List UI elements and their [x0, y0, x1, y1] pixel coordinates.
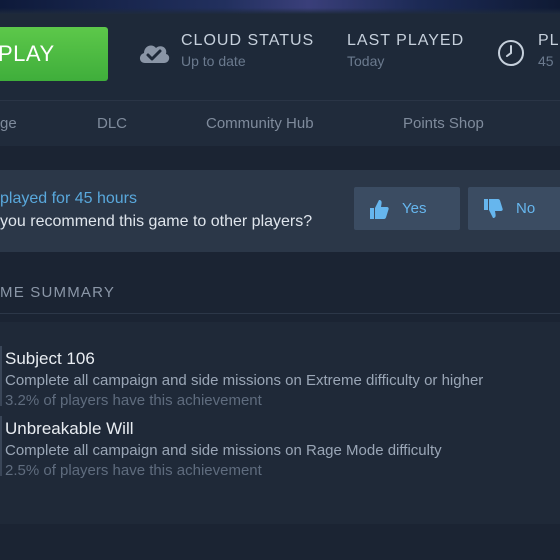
nav-item-dlc[interactable]: DLC	[97, 115, 127, 132]
nav-item-store-page[interactable]: ge	[0, 115, 17, 132]
last-played-label: LAST PLAYED	[347, 32, 465, 49]
cloud-status-label: CLOUD STATUS	[181, 32, 315, 49]
last-played-value: Today	[347, 53, 385, 69]
recommend-no-button[interactable]: No	[468, 187, 560, 230]
achievement-item[interactable]: Unbreakable Will Complete all campaign a…	[5, 419, 442, 479]
section-divider	[0, 313, 560, 314]
play-time-value: 45	[538, 53, 554, 69]
achievement-title: Subject 106	[5, 349, 95, 368]
last-played: LAST PLAYED Today	[347, 32, 464, 69]
achievement-rarity: 2.5% of players have this achievement	[5, 462, 262, 479]
review-played-text: played for 45 hours	[0, 190, 137, 207]
game-header-bar: PLAY CLOUD STATUS Up to date LAST PLAYED…	[0, 14, 560, 100]
achievement-item[interactable]: Subject 106 Complete all campaign and si…	[5, 349, 483, 409]
cloud-check-icon	[139, 45, 170, 63]
achievements-panel: Subject 106 Complete all campaign and si…	[0, 322, 560, 524]
clock-icon	[498, 40, 524, 66]
achievement-icon-edge	[0, 346, 2, 406]
play-time: PL 45	[538, 32, 560, 69]
achievement-title: Unbreakable Will	[5, 419, 134, 438]
achievement-description: Complete all campaign and side missions …	[5, 372, 484, 389]
recommend-no-label: No	[516, 200, 536, 217]
achievements-section-title: ME SUMMARY	[0, 284, 116, 301]
cloud-status: CLOUD STATUS Up to date	[181, 32, 314, 69]
achievement-icon-edge	[0, 416, 2, 476]
achievement-description: Complete all campaign and side missions …	[5, 442, 442, 459]
review-prompt: played for 45 hours you recommend this g…	[0, 170, 560, 252]
recommend-yes-button[interactable]: Yes	[354, 187, 460, 230]
game-nav-bar: ge DLC Community Hub Points Shop	[0, 100, 560, 146]
nav-item-points-shop[interactable]: Points Shop	[403, 115, 484, 132]
play-button[interactable]: PLAY	[0, 27, 108, 81]
recommend-yes-label: Yes	[402, 200, 427, 217]
play-time-label: PL	[538, 32, 560, 49]
hero-banner	[0, 0, 560, 14]
footer-strip	[0, 524, 560, 560]
thumbs-down-icon	[484, 198, 503, 218]
thumbs-up-icon	[370, 199, 389, 219]
nav-item-community-hub[interactable]: Community Hub	[206, 115, 314, 132]
cloud-status-value: Up to date	[181, 53, 246, 69]
review-question: you recommend this game to other players…	[0, 213, 313, 230]
achievement-rarity: 3.2% of players have this achievement	[5, 392, 262, 409]
play-button-label: PLAY	[0, 41, 55, 66]
